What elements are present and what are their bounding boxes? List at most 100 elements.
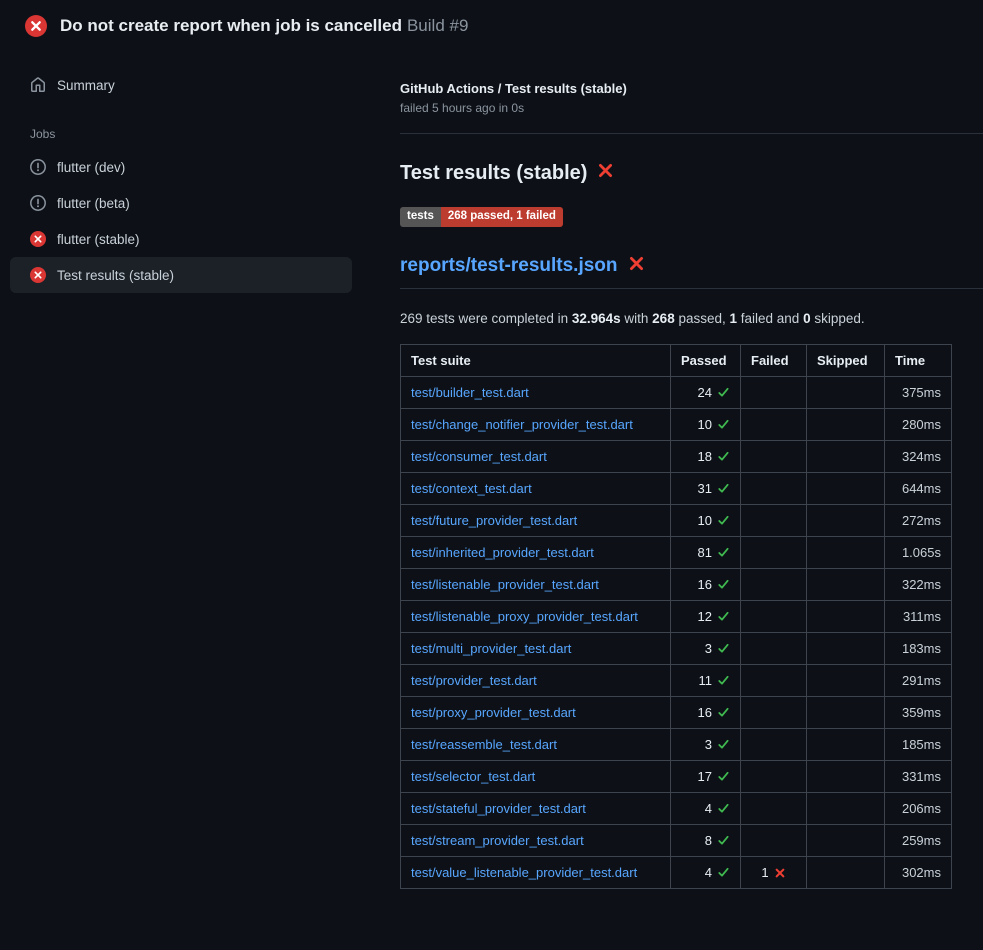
suite-cell: test/listenable_provider_test.dart <box>401 568 671 600</box>
sidebar-summary-label: Summary <box>57 78 115 93</box>
test-suite-link[interactable]: test/change_notifier_provider_test.dart <box>411 417 633 432</box>
check-icon <box>717 482 730 495</box>
col-test-suite: Test suite <box>401 344 671 376</box>
x-icon <box>774 867 786 879</box>
failed-cell <box>741 408 807 440</box>
failed-cell <box>741 440 807 472</box>
failed-cell <box>741 728 807 760</box>
time-cell: 1.065s <box>885 536 952 568</box>
results-table-body: test/builder_test.dart24375mstest/change… <box>401 376 952 888</box>
check-icon <box>717 738 730 751</box>
skipped-cell <box>807 408 885 440</box>
passed-cell: 3 <box>671 728 741 760</box>
table-row: test/change_notifier_provider_test.dart1… <box>401 408 952 440</box>
failed-status-icon <box>30 231 46 247</box>
test-suite-link[interactable]: test/stream_provider_test.dart <box>411 833 584 848</box>
check-icon <box>717 802 730 815</box>
suite-cell: test/context_test.dart <box>401 472 671 504</box>
skipped-cell <box>807 632 885 664</box>
failed-cell <box>741 792 807 824</box>
sidebar-item-job-flutter-dev[interactable]: flutter (dev) <box>10 149 352 185</box>
table-row: test/listenable_proxy_provider_test.dart… <box>401 600 952 632</box>
skipped-cell <box>807 440 885 472</box>
sidebar-item-job-flutter-stable[interactable]: flutter (stable) <box>10 221 352 257</box>
fail-x-icon <box>597 162 614 185</box>
passed-cell: 3 <box>671 632 741 664</box>
divider <box>400 133 983 134</box>
test-suite-link[interactable]: test/future_provider_test.dart <box>411 513 577 528</box>
test-suite-link[interactable]: test/listenable_proxy_provider_test.dart <box>411 609 638 624</box>
skipped-cell <box>807 856 885 888</box>
suite-cell: test/change_notifier_provider_test.dart <box>401 408 671 440</box>
cancelled-status-icon <box>30 195 46 211</box>
test-suite-link[interactable]: test/inherited_provider_test.dart <box>411 545 594 560</box>
check-icon <box>717 386 730 399</box>
table-row: test/proxy_provider_test.dart 16 359ms <box>401 696 952 728</box>
test-suite-link[interactable]: test/value_listenable_provider_test.dart <box>411 865 637 880</box>
skipped-cell <box>807 568 885 600</box>
page-title: Do not create report when job is cancell… <box>60 16 468 36</box>
test-suite-link[interactable]: test/context_test.dart <box>411 481 532 496</box>
test-suite-link[interactable]: test/provider_test.dart <box>411 673 537 688</box>
skipped-cell <box>807 664 885 696</box>
section-title-text: Test results (stable) <box>400 162 587 185</box>
test-suite-link[interactable]: test/consumer_test.dart <box>411 449 547 464</box>
build-number: Build #9 <box>407 16 468 35</box>
col-time: Time <box>885 344 952 376</box>
table-row: test/stream_provider_test.dart8259ms <box>401 824 952 856</box>
report-link[interactable]: reports/test-results.json <box>400 255 618 277</box>
sidebar-item-job-test-results-stable[interactable]: Test results (stable) <box>10 257 352 293</box>
test-suite-link[interactable]: test/selector_test.dart <box>411 769 535 784</box>
col-passed: Passed <box>671 344 741 376</box>
failed-cell <box>741 696 807 728</box>
passed-cell: 81 <box>671 536 741 568</box>
skipped-cell <box>807 728 885 760</box>
passed-cell: 24 <box>671 376 741 408</box>
job-label: Test results (stable) <box>57 268 174 283</box>
sidebar-item-job-flutter-beta[interactable]: flutter (beta) <box>10 185 352 221</box>
skipped-cell <box>807 504 885 536</box>
suite-cell: test/provider_test.dart <box>401 664 671 696</box>
check-icon <box>717 578 730 591</box>
failed-cell <box>741 568 807 600</box>
failed-cell <box>741 536 807 568</box>
time-cell: 359ms <box>885 696 952 728</box>
badge-label: tests <box>400 207 441 227</box>
table-row: test/selector_test.dart17331ms <box>401 760 952 792</box>
failed-cell: 1 <box>741 856 807 888</box>
time-cell: 206ms <box>885 792 952 824</box>
check-icon <box>717 450 730 463</box>
table-row: test/future_provider_test.dart10272ms <box>401 504 952 536</box>
passed-cell: 16 <box>671 696 741 728</box>
job-label: flutter (dev) <box>57 160 125 175</box>
summary-duration: 32.964s <box>572 311 621 326</box>
check-icon <box>717 546 730 559</box>
table-row: test/multi_provider_test.dart 3 183ms <box>401 632 952 664</box>
sidebar-item-summary[interactable]: Summary <box>10 67 352 103</box>
time-cell: 183ms <box>885 632 952 664</box>
summary-skipped: 0 <box>803 311 811 326</box>
table-row: test/value_listenable_provider_test.dart… <box>401 856 952 888</box>
failed-status-icon <box>30 267 46 283</box>
failed-cell <box>741 824 807 856</box>
test-suite-link[interactable]: test/listenable_provider_test.dart <box>411 577 599 592</box>
test-suite-link[interactable]: test/stateful_provider_test.dart <box>411 801 586 816</box>
test-suite-link[interactable]: test/multi_provider_test.dart <box>411 641 571 656</box>
skipped-cell <box>807 760 885 792</box>
time-cell: 259ms <box>885 824 952 856</box>
suite-cell: test/consumer_test.dart <box>401 440 671 472</box>
passed-cell: 16 <box>671 568 741 600</box>
time-cell: 302ms <box>885 856 952 888</box>
check-icon <box>717 610 730 623</box>
table-header-row: Test suite Passed Failed Skipped Time <box>401 344 952 376</box>
check-icon <box>717 706 730 719</box>
summary-passed: 268 <box>652 311 675 326</box>
test-suite-link[interactable]: test/proxy_provider_test.dart <box>411 705 576 720</box>
suite-cell: test/value_listenable_provider_test.dart <box>401 856 671 888</box>
suite-cell: test/builder_test.dart <box>401 376 671 408</box>
skipped-cell <box>807 600 885 632</box>
test-suite-link[interactable]: test/reassemble_test.dart <box>411 737 557 752</box>
check-icon <box>717 674 730 687</box>
test-suite-link[interactable]: test/builder_test.dart <box>411 385 529 400</box>
check-icon <box>717 418 730 431</box>
